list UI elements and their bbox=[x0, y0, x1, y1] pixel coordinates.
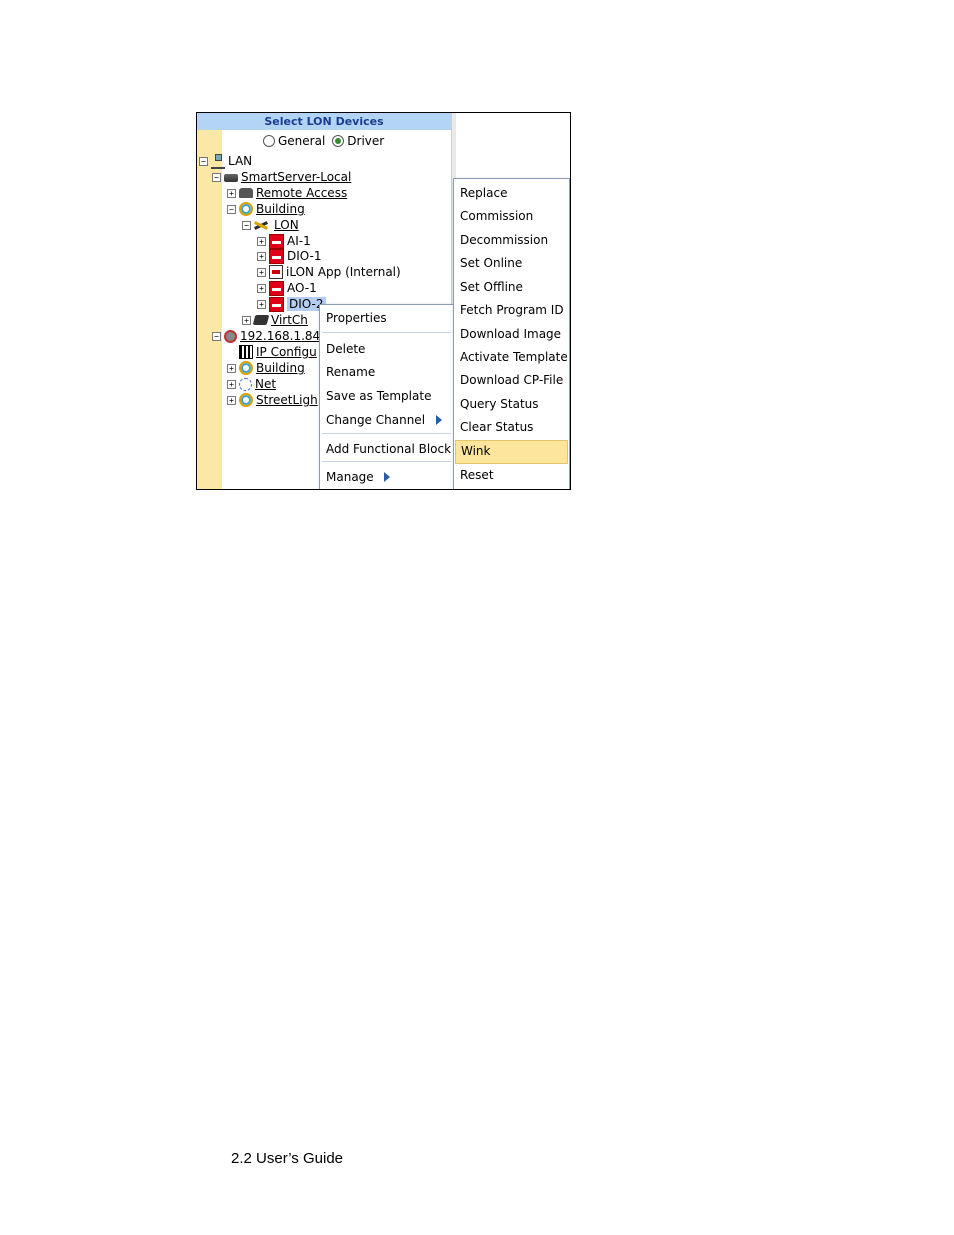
device-icon bbox=[269, 296, 284, 312]
tree-label[interactable]: AI-1 bbox=[287, 234, 311, 248]
expand-toggle[interactable]: + bbox=[257, 283, 266, 293]
submenu-item-replace[interactable]: Replace bbox=[455, 182, 568, 204]
submenu-arrow-icon bbox=[384, 472, 390, 482]
submenu-item-set-offline[interactable]: Set Offline bbox=[455, 276, 568, 298]
tree-label[interactable]: DIO-1 bbox=[287, 249, 322, 263]
server-icon bbox=[224, 174, 238, 182]
menu-item-delete[interactable]: Delete bbox=[321, 338, 452, 360]
submenu-item-query-status[interactable]: Query Status bbox=[455, 393, 568, 415]
device-icon bbox=[269, 233, 284, 249]
submenu-item-download-image[interactable]: Download Image bbox=[455, 323, 568, 345]
device-icon bbox=[269, 280, 284, 296]
tree-node-device[interactable]: + AI-1 bbox=[257, 233, 311, 249]
tree-node-remote-access[interactable]: + Remote Access bbox=[227, 185, 347, 201]
network-globe-icon bbox=[239, 377, 252, 391]
expand-toggle[interactable]: + bbox=[257, 236, 266, 246]
tree-node-lon[interactable]: − LON bbox=[242, 217, 299, 233]
tree-node-ip[interactable]: − 192.168.1.84 bbox=[212, 328, 320, 344]
tree-node-streetlight[interactable]: + StreetLigh bbox=[227, 392, 318, 408]
expand-toggle[interactable]: + bbox=[242, 315, 251, 325]
expand-toggle[interactable]: + bbox=[257, 267, 266, 277]
lns-icon bbox=[239, 361, 253, 375]
submenu-item-set-online[interactable]: Set Online bbox=[455, 252, 568, 274]
expand-toggle[interactable]: + bbox=[227, 379, 236, 389]
expand-toggle[interactable]: + bbox=[257, 251, 266, 261]
menu-item-add-functional-block[interactable]: Add Functional Block bbox=[321, 438, 452, 460]
lns-icon bbox=[239, 202, 253, 216]
manage-submenu: Replace Commission Decommission Set Onli… bbox=[453, 178, 570, 489]
menu-separator bbox=[322, 332, 451, 333]
tree-label[interactable]: VirtCh bbox=[271, 313, 308, 327]
expand-toggle[interactable]: + bbox=[227, 363, 236, 373]
device-icon bbox=[269, 248, 284, 264]
tree-label[interactable]: Net bbox=[255, 377, 276, 391]
submenu-item-decommission[interactable]: Decommission bbox=[455, 229, 568, 251]
phone-icon bbox=[239, 188, 253, 198]
panel-title: Select LON Devices bbox=[197, 113, 451, 130]
collapse-toggle[interactable]: − bbox=[242, 220, 251, 230]
collapse-toggle[interactable]: − bbox=[212, 331, 221, 341]
collapse-toggle[interactable]: − bbox=[212, 172, 221, 182]
virtual-channel-icon bbox=[252, 315, 270, 325]
submenu-item-activate-template[interactable]: Activate Template bbox=[455, 346, 568, 368]
collapse-toggle[interactable]: − bbox=[199, 156, 208, 166]
general-label[interactable]: General bbox=[278, 133, 325, 149]
menu-item-change-channel[interactable]: Change Channel bbox=[321, 409, 452, 431]
tree-node-building[interactable]: − Building bbox=[227, 201, 305, 217]
submenu-item-download-cp-file[interactable]: Download CP-File bbox=[455, 369, 568, 391]
tree-node-net[interactable]: + Net bbox=[227, 376, 276, 392]
driver-label[interactable]: Driver bbox=[347, 133, 384, 149]
tree-label[interactable]: IP Configu bbox=[256, 345, 317, 359]
submenu-item-reset[interactable]: Reset bbox=[455, 464, 568, 486]
menu-item-save-template[interactable]: Save as Template bbox=[321, 385, 452, 407]
tree-node-lan[interactable]: − LAN bbox=[199, 153, 252, 169]
tree-node-device[interactable]: + AO-1 bbox=[257, 280, 317, 296]
tree-node-device-selected[interactable]: + DIO-2 bbox=[257, 296, 326, 312]
tree-label[interactable]: Building bbox=[256, 361, 305, 375]
lon-channel-icon bbox=[254, 221, 268, 230]
collapse-toggle[interactable]: − bbox=[227, 204, 236, 214]
submenu-arrow-icon bbox=[436, 415, 442, 425]
menu-item-label: Manage bbox=[326, 470, 374, 484]
submenu-item-clear-status[interactable]: Clear Status bbox=[455, 416, 568, 438]
tree-node-building2[interactable]: + Building bbox=[227, 360, 305, 376]
expand-toggle[interactable]: + bbox=[227, 395, 236, 405]
tree-node-virtch[interactable]: + VirtCh bbox=[242, 312, 308, 328]
tree-label[interactable]: LON bbox=[274, 218, 299, 232]
network-icon bbox=[211, 153, 225, 169]
config-icon bbox=[239, 345, 253, 359]
menu-separator bbox=[322, 433, 451, 434]
context-menu: Properties Delete Rename Save as Templat… bbox=[319, 304, 454, 489]
tree-label[interactable]: SmartServer-Local bbox=[241, 170, 351, 184]
expand-toggle[interactable]: + bbox=[257, 299, 266, 309]
app-device-icon bbox=[269, 265, 283, 279]
ip-server-icon bbox=[224, 329, 237, 343]
tree-label: LAN bbox=[228, 154, 253, 168]
menu-item-properties[interactable]: Properties bbox=[321, 307, 452, 329]
tree-label[interactable]: StreetLigh bbox=[256, 393, 318, 407]
mode-selector: General Driver bbox=[263, 133, 391, 149]
submenu-item-fetch-program-id[interactable]: Fetch Program ID bbox=[455, 299, 568, 321]
tree-node-ip-config[interactable]: IP Configu bbox=[239, 344, 317, 360]
general-radio[interactable] bbox=[263, 135, 275, 147]
submenu-item-wink[interactable]: Wink bbox=[455, 440, 568, 464]
menu-separator bbox=[322, 461, 451, 462]
tree-label[interactable]: Remote Access bbox=[256, 186, 347, 200]
screenshot-frame: Select LON Devices General Driver − LAN … bbox=[196, 112, 571, 490]
tree-node-device[interactable]: + DIO-1 bbox=[257, 248, 322, 264]
menu-item-rename[interactable]: Rename bbox=[321, 361, 452, 383]
tree-node-device[interactable]: + iLON App (Internal) bbox=[257, 264, 401, 280]
tree-node-smartserver[interactable]: − SmartServer-Local bbox=[212, 169, 351, 185]
menu-item-manage[interactable]: Manage bbox=[321, 466, 452, 488]
lns-icon bbox=[239, 393, 253, 407]
submenu-item-commission[interactable]: Commission bbox=[455, 205, 568, 227]
tree-label[interactable]: 192.168.1.84 bbox=[240, 329, 320, 343]
tree-label[interactable]: iLON App (Internal) bbox=[286, 265, 401, 279]
driver-radio[interactable] bbox=[332, 135, 345, 147]
tree-label[interactable]: AO-1 bbox=[287, 281, 317, 295]
page-footer-caption: 2.2 User’s Guide bbox=[231, 1150, 344, 1167]
expand-toggle[interactable]: + bbox=[227, 188, 236, 198]
menu-item-label: Change Channel bbox=[326, 413, 426, 427]
tree-label[interactable]: Building bbox=[256, 202, 305, 216]
